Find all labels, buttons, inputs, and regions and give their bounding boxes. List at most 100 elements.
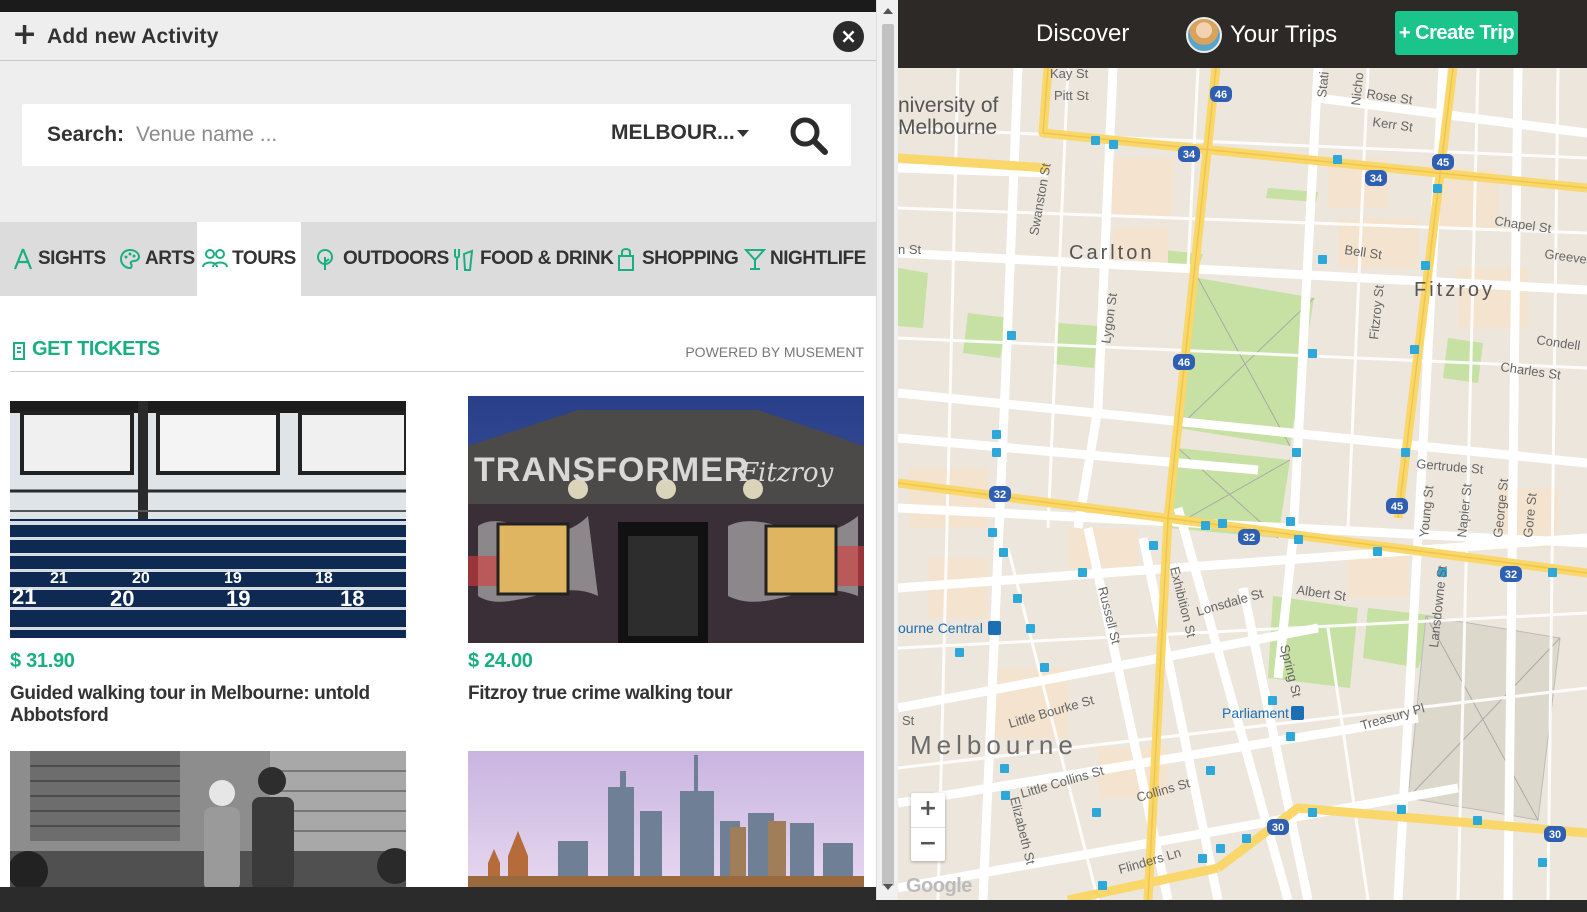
cocktail-icon	[744, 249, 766, 270]
svg-text:Gertrude St: Gertrude St	[1416, 456, 1485, 477]
tab-label: ARTS	[145, 248, 195, 269]
historic-photo-image	[10, 751, 406, 887]
tab-tours[interactable]: TOURS	[197, 222, 301, 296]
tab-arts[interactable]: ARTS	[119, 222, 195, 296]
get-tickets-label: GET TICKETS	[32, 338, 160, 360]
top-navbar: Discover Your Trips + Create Trip	[898, 0, 1587, 68]
tab-food-drink[interactable]: FOOD & DRINK	[452, 222, 614, 296]
route-shield: 32	[1238, 529, 1260, 545]
add-activity-panel: + Add new Activity × Search: MELBOUR... …	[0, 12, 876, 887]
avatar	[1186, 17, 1222, 53]
map-label-parliament: Parliament	[1222, 705, 1289, 721]
powered-by: POWERED BY MUSEMENT	[685, 344, 864, 360]
svg-text:32: 32	[1243, 532, 1255, 544]
transformer-sign-text: TRANSFORMER	[474, 451, 749, 489]
route-shield: 32	[989, 486, 1011, 502]
panel-scrollbar[interactable]	[876, 0, 898, 900]
map-label-university-2: Melbourne	[898, 116, 997, 139]
chevron-down-icon	[736, 129, 749, 137]
map[interactable]: 46 46 34 34 45 45 32 32 32 30 30 niversi…	[898, 68, 1587, 900]
nav-discover[interactable]: Discover	[1036, 20, 1129, 48]
svg-text:Kay St: Kay St	[1050, 68, 1089, 81]
park	[898, 268, 928, 328]
route-shield: 45	[1432, 154, 1454, 170]
nav-your-trips[interactable]: Your Trips	[1186, 17, 1337, 53]
route-shield: 46	[1210, 86, 1232, 102]
svg-text:30: 30	[1549, 829, 1561, 841]
scroll-thumb[interactable]	[882, 24, 894, 886]
svg-text:19: 19	[226, 586, 250, 611]
svg-text:18: 18	[340, 586, 364, 611]
svg-text:Fitzroy St: Fitzroy St	[1366, 284, 1387, 341]
google-logo: Google	[906, 875, 972, 897]
bottom-strip	[0, 887, 876, 912]
tab-outdoors[interactable]: OUTDOORS	[315, 222, 449, 296]
map-label-melbourne: Melbourne	[910, 730, 1078, 760]
svg-text:St: St	[902, 713, 915, 728]
svg-text:34: 34	[1183, 149, 1196, 161]
tree-icon	[317, 249, 333, 270]
route-shield: 34	[1178, 146, 1200, 162]
svg-text:Little Collins St: Little Collins St	[1019, 763, 1106, 801]
svg-text:18: 18	[315, 570, 333, 587]
card-title[interactable]: Fitzroy true crime walking tour	[468, 683, 864, 705]
close-button[interactable]: ×	[833, 21, 864, 52]
svg-text:45: 45	[1391, 501, 1403, 513]
city-select-value: MELBOUR...	[611, 121, 735, 144]
svg-text:n St: n St	[898, 242, 922, 257]
activity-card[interactable]	[10, 751, 406, 887]
zoom-in-button[interactable]: +	[911, 793, 945, 827]
panel-title: Add new Activity	[47, 25, 219, 48]
fitzroy-sign-text: Fitzroy	[739, 458, 834, 488]
map-label-carlton: Carlton	[1069, 242, 1154, 264]
svg-text:32: 32	[994, 489, 1006, 501]
ticket-icon	[13, 342, 25, 360]
map-label-fitzroy: Fitzroy	[1414, 279, 1495, 301]
city-select[interactable]: MELBOUR...	[611, 121, 749, 149]
scroll-up-icon[interactable]	[883, 8, 893, 14]
plus-icon: +	[12, 17, 38, 52]
bag-icon	[618, 248, 634, 271]
tab-label: SHOPPING	[642, 248, 739, 269]
route-shield: 32	[1500, 566, 1522, 582]
svg-text:Greeves: Greeves	[1544, 246, 1587, 268]
palette-icon	[119, 248, 141, 270]
city-skyline-image	[468, 751, 864, 887]
search-button[interactable]	[788, 115, 830, 157]
map-zoom-controls: + −	[911, 793, 945, 861]
card-title[interactable]: Guided walking tour in Melbourne: untold…	[10, 683, 406, 727]
svg-text:Pitt St: Pitt St	[1054, 88, 1089, 103]
tab-label: NIGHTLIFE	[770, 248, 866, 269]
scroll-down-icon[interactable]	[883, 884, 893, 890]
tab-sights[interactable]: SIGHTS	[12, 222, 106, 296]
svg-text:20: 20	[110, 586, 134, 611]
map-label-university: niversity of	[898, 94, 999, 117]
activity-card[interactable]: TRANSFORMER Fitzroy $ 24.00 Fitzroy true…	[468, 396, 864, 705]
svg-text:Stati: Stati	[1314, 71, 1332, 99]
svg-text:Kerr St: Kerr St	[1372, 114, 1415, 135]
svg-text:21: 21	[12, 584, 36, 609]
park	[963, 313, 1008, 358]
zoom-out-button[interactable]: −	[911, 827, 945, 861]
tab-label: OUTDOORS	[343, 248, 449, 269]
svg-text:46: 46	[1178, 357, 1190, 369]
search-input[interactable]	[136, 117, 596, 153]
tab-label: TOURS	[232, 248, 296, 269]
activity-card[interactable]	[468, 751, 864, 887]
create-trip-button[interactable]: + Create Trip	[1395, 11, 1518, 55]
search-label: Search:	[47, 123, 125, 146]
activity-card[interactable]: 21 20 19 18 21 20 19 18 $ 31.90 Guided w…	[10, 401, 406, 727]
svg-text:19: 19	[224, 570, 242, 587]
stadium-seats-image: 21 20 19 18 21 20 19 18	[10, 401, 406, 638]
tab-nightlife[interactable]: NIGHTLIFE	[744, 222, 866, 296]
route-shield: 46	[1173, 354, 1195, 370]
transformer-fitzroy-image: TRANSFORMER Fitzroy	[468, 396, 864, 643]
svg-text:Condell: Condell	[1536, 332, 1582, 353]
svg-text:21: 21	[50, 570, 68, 587]
tab-shopping[interactable]: SHOPPING	[614, 222, 739, 296]
card-price: $ 31.90	[10, 650, 75, 672]
svg-text:32: 32	[1505, 569, 1517, 581]
map-label-melbourne-central: ourne Central	[898, 620, 983, 636]
svg-text:30: 30	[1272, 822, 1284, 834]
svg-text:20: 20	[132, 570, 150, 587]
